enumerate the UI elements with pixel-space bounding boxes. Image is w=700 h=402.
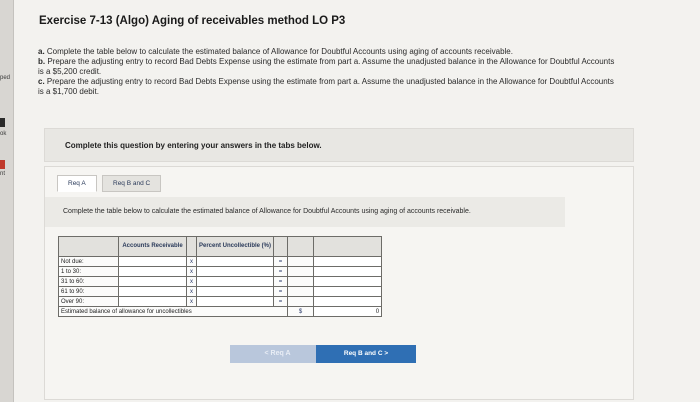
table-row: 1 to 30: x = bbox=[58, 266, 383, 277]
left-sidebar: ped ok nt bbox=[0, 0, 14, 402]
percent-input[interactable] bbox=[195, 266, 275, 277]
header-blank bbox=[273, 236, 289, 257]
result-cell bbox=[313, 276, 383, 287]
exercise-instructions: a. Complete the table below to calculate… bbox=[38, 47, 618, 97]
table-header-row: Accounts Receivable Percent Uncollectibl… bbox=[58, 236, 383, 257]
sidebar-marker bbox=[0, 118, 5, 127]
total-value: 0 bbox=[313, 306, 383, 317]
total-currency: $ bbox=[287, 306, 315, 317]
table-row: 61 to 90: x = bbox=[58, 286, 383, 297]
row-label: 31 to 60: bbox=[58, 276, 119, 287]
sidebar-label: nt bbox=[0, 171, 6, 177]
row-label: Not due: bbox=[58, 256, 119, 267]
equals-sign: = bbox=[273, 256, 289, 267]
sidebar-label: ped bbox=[0, 75, 11, 81]
result-cell bbox=[313, 296, 383, 307]
multiply-sign: x bbox=[186, 266, 197, 277]
tab-req-a[interactable]: Req A bbox=[57, 175, 97, 192]
result-cell bbox=[313, 256, 383, 267]
equals-sign: = bbox=[273, 286, 289, 297]
prev-req-a-button[interactable]: < Req A bbox=[230, 345, 325, 363]
currency-cell bbox=[287, 296, 315, 307]
multiply-sign: x bbox=[186, 296, 197, 307]
row-label: 1 to 30: bbox=[58, 266, 119, 277]
table-row: 31 to 60: x = bbox=[58, 276, 383, 287]
ar-input[interactable] bbox=[118, 296, 187, 307]
currency-cell bbox=[287, 286, 315, 297]
aging-table: Accounts Receivable Percent Uncollectibl… bbox=[57, 236, 383, 317]
instruction-text: Complete this question by entering your … bbox=[65, 141, 322, 150]
header-blank bbox=[58, 236, 119, 257]
row-label: 61 to 90: bbox=[58, 286, 119, 297]
part-b-text: Prepare the adjusting entry to record Ba… bbox=[38, 57, 615, 76]
header-accounts-receivable: Accounts Receivable bbox=[118, 236, 187, 257]
currency-cell bbox=[287, 276, 315, 287]
part-c-prefix: c. bbox=[38, 77, 45, 86]
percent-input[interactable] bbox=[195, 276, 275, 287]
header-blank bbox=[287, 236, 315, 257]
sidebar-marker bbox=[0, 160, 5, 169]
ar-input[interactable] bbox=[118, 276, 187, 287]
percent-input[interactable] bbox=[195, 286, 275, 297]
percent-input[interactable] bbox=[195, 256, 275, 267]
question-page: Exercise 7-13 (Algo) Aging of receivable… bbox=[14, 0, 700, 402]
currency-cell bbox=[287, 256, 315, 267]
part-b-prefix: b. bbox=[38, 57, 46, 66]
total-row: Estimated balance of allowance for uncol… bbox=[57, 306, 383, 317]
sidebar-label: ok bbox=[0, 131, 7, 137]
next-req-b-and-c-button[interactable]: Req B and C > bbox=[316, 345, 416, 363]
total-label: Estimated balance of allowance for uncol… bbox=[57, 306, 289, 317]
multiply-sign: x bbox=[186, 286, 197, 297]
tab-instruction-text: Complete the table below to calculate th… bbox=[63, 208, 471, 215]
part-a-prefix: a. bbox=[38, 47, 45, 56]
multiply-sign: x bbox=[186, 276, 197, 287]
exercise-title: Exercise 7-13 (Algo) Aging of receivable… bbox=[39, 15, 346, 27]
part-c-text: Prepare the adjusting entry to record Ba… bbox=[38, 77, 614, 96]
instruction-box: Complete this question by entering your … bbox=[44, 128, 634, 162]
part-a-text: Complete the table below to calculate th… bbox=[46, 47, 513, 56]
currency-cell bbox=[287, 266, 315, 277]
ar-input[interactable] bbox=[118, 256, 187, 267]
multiply-sign: x bbox=[186, 256, 197, 267]
equals-sign: = bbox=[273, 296, 289, 307]
tabs-panel: Req A Req B and C Complete the table bel… bbox=[44, 166, 634, 400]
equals-sign: = bbox=[273, 266, 289, 277]
ar-input[interactable] bbox=[118, 286, 187, 297]
header-percent-uncollectible: Percent Uncollectible (%) bbox=[195, 236, 275, 257]
row-label: Over 90: bbox=[58, 296, 119, 307]
result-cell bbox=[313, 286, 383, 297]
result-cell bbox=[313, 266, 383, 277]
equals-sign: = bbox=[273, 276, 289, 287]
tab-req-b-and-c[interactable]: Req B and C bbox=[102, 175, 162, 192]
table-row: Not due: x = bbox=[58, 256, 383, 267]
ar-input[interactable] bbox=[118, 266, 187, 277]
header-blank bbox=[313, 236, 383, 257]
header-blank bbox=[186, 236, 197, 257]
tab-instruction-box: Complete the table below to calculate th… bbox=[45, 197, 565, 227]
table-row: Over 90: x = bbox=[58, 296, 383, 307]
percent-input[interactable] bbox=[195, 296, 275, 307]
